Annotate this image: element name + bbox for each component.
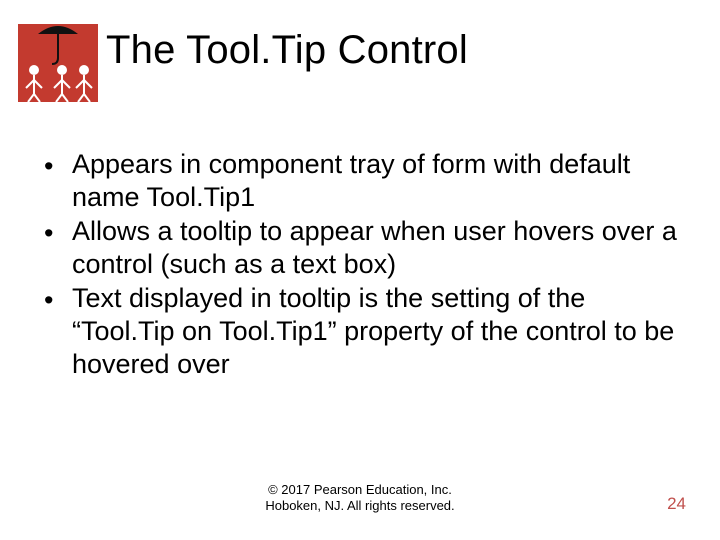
slide-decor-image — [18, 24, 98, 102]
footer-line-2: Hoboken, NJ. All rights reserved. — [265, 498, 454, 513]
bullet-text: Text displayed in tooltip is the setting… — [72, 282, 680, 381]
bullet-text: Appears in component tray of form with d… — [72, 148, 680, 214]
page-number: 24 — [667, 494, 686, 514]
footer-copyright: © 2017 Pearson Education, Inc. Hoboken, … — [0, 482, 720, 515]
bullet-dot-icon: • — [44, 282, 72, 317]
footer-line-1: © 2017 Pearson Education, Inc. — [268, 482, 452, 497]
bullet-text: Allows a tooltip to appear when user hov… — [72, 215, 680, 281]
slide: The Tool.Tip Control • Appears in compon… — [0, 0, 720, 540]
list-item: • Appears in component tray of form with… — [44, 148, 680, 214]
bullet-list: • Appears in component tray of form with… — [44, 148, 680, 382]
list-item: • Allows a tooltip to appear when user h… — [44, 215, 680, 281]
slide-title: The Tool.Tip Control — [106, 28, 468, 73]
list-item: • Text displayed in tooltip is the setti… — [44, 282, 680, 381]
bullet-dot-icon: • — [44, 148, 72, 183]
bullet-dot-icon: • — [44, 215, 72, 250]
